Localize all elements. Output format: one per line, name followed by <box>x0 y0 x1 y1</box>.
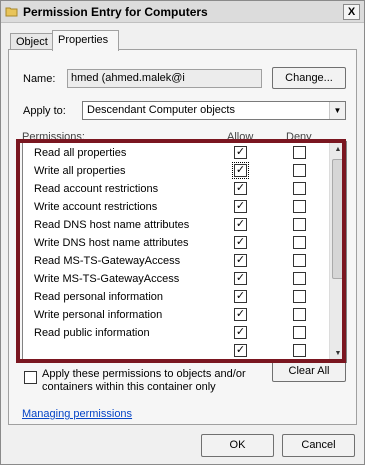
allow-checkbox[interactable]: ✓ <box>234 308 247 321</box>
deny-checkbox[interactable] <box>293 344 306 357</box>
permission-name: Read MS-TS-GatewayAccess <box>34 255 181 267</box>
name-label: Name: <box>23 73 56 85</box>
vertical-scrollbar[interactable]: ▲ ▼ <box>329 142 346 362</box>
permission-row: Write DNS host name attributes ✓ <box>23 234 329 252</box>
deny-checkbox[interactable] <box>293 326 306 339</box>
deny-checkbox[interactable] <box>293 290 306 303</box>
allow-checkbox[interactable]: ✓ <box>234 146 247 159</box>
permission-row: Write all properties ✓ <box>23 162 329 180</box>
managing-permissions-link[interactable]: Managing permissions <box>22 408 132 420</box>
apply-within-container-checkbox[interactable] <box>24 371 37 384</box>
permission-name: Read DNS host name attributes <box>34 219 190 231</box>
ok-button[interactable]: OK <box>201 434 274 457</box>
allow-checkbox[interactable]: ✓ <box>234 218 247 231</box>
permission-row: Write account restrictions ✓ <box>23 198 329 216</box>
permission-name: Write DNS host name attributes <box>34 237 189 249</box>
apply-to-label: Apply to: <box>23 105 66 117</box>
partial-row: ✓ <box>23 342 329 360</box>
tab-properties[interactable]: Properties <box>52 30 119 51</box>
deny-checkbox[interactable] <box>293 272 306 285</box>
apply-within-container-label: Apply these permissions to objects and/o… <box>42 368 246 393</box>
window-title: Permission Entry for Computers <box>23 5 208 19</box>
apply-to-dropdown[interactable]: Descendant Computer objects ▼ <box>82 101 346 120</box>
deny-checkbox[interactable] <box>293 164 306 177</box>
permission-name: Write account restrictions <box>34 201 158 213</box>
permission-row: Read account restrictions ✓ <box>23 180 329 198</box>
deny-checkbox[interactable] <box>293 200 306 213</box>
permissions-list: Read all properties ✓ Write all properties… <box>22 141 347 363</box>
permission-row: Read public information ✓ <box>23 324 329 342</box>
deny-checkbox[interactable] <box>293 146 306 159</box>
scroll-thumb[interactable] <box>332 159 344 279</box>
allow-checkbox[interactable]: ✓ <box>234 344 247 357</box>
chevron-down-icon[interactable]: ▼ <box>329 102 345 119</box>
permission-row: Read MS-TS-GatewayAccess ✓ <box>23 252 329 270</box>
permission-row: Read personal information ✓ <box>23 288 329 306</box>
allow-checkbox[interactable]: ✓ <box>234 254 247 267</box>
allow-checkbox[interactable]: ✓ <box>234 272 247 285</box>
permission-row: Read DNS host name attributes ✓ <box>23 216 329 234</box>
name-field: hmed (ahmed.malek@i <box>67 69 262 88</box>
close-button[interactable]: X <box>343 4 360 20</box>
permission-row: Write personal information ✓ <box>23 306 329 324</box>
properties-panel: Name: hmed (ahmed.malek@i Change... Appl… <box>8 49 357 425</box>
permission-name: Read account restrictions <box>34 183 159 195</box>
permission-row: Write MS-TS-GatewayAccess ✓ <box>23 270 329 288</box>
deny-checkbox[interactable] <box>293 308 306 321</box>
deny-checkbox[interactable] <box>293 182 306 195</box>
allow-checkbox[interactable]: ✓ <box>232 162 249 179</box>
change-button[interactable]: Change... <box>272 67 346 89</box>
permission-name: Read all properties <box>34 147 127 159</box>
scroll-up-icon[interactable]: ▲ <box>330 142 346 158</box>
permission-row: Read all properties ✓ <box>23 144 329 162</box>
allow-checkbox[interactable]: ✓ <box>234 182 247 195</box>
cancel-button[interactable]: Cancel <box>282 434 355 457</box>
tab-object[interactable]: Object <box>10 33 53 50</box>
permission-name: Write personal information <box>34 309 163 321</box>
permission-name: Write all properties <box>34 165 126 177</box>
allow-checkbox[interactable]: ✓ <box>234 200 247 213</box>
permission-entry-dialog: Permission Entry for Computers X Object … <box>0 0 365 465</box>
allow-checkbox[interactable]: ✓ <box>234 326 247 339</box>
allow-checkbox[interactable]: ✓ <box>234 236 247 249</box>
permission-name: Read public information <box>34 327 150 339</box>
deny-checkbox[interactable] <box>293 254 306 267</box>
clear-all-button[interactable]: Clear All <box>272 360 346 382</box>
permission-name: Read personal information <box>34 291 164 303</box>
apply-to-value: Descendant Computer objects <box>87 104 235 116</box>
allow-checkbox[interactable]: ✓ <box>234 290 247 303</box>
deny-checkbox[interactable] <box>293 218 306 231</box>
deny-checkbox[interactable] <box>293 236 306 249</box>
permission-name: Write MS-TS-GatewayAccess <box>34 273 180 285</box>
folder-icon <box>5 7 18 17</box>
title-bar: Permission Entry for Computers X <box>1 1 364 23</box>
